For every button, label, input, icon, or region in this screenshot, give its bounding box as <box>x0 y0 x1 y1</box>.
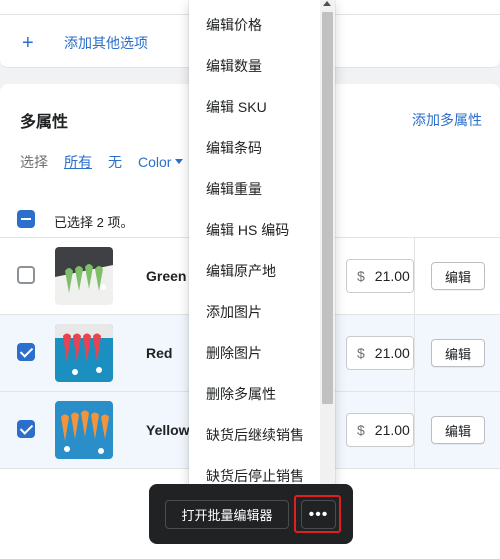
price-input[interactable]: $ 21.00 <box>346 259 414 293</box>
variant-checkbox[interactable] <box>17 343 35 361</box>
menu-scrollbar-thumb[interactable] <box>322 12 333 404</box>
menu-item-edit-origin[interactable]: 编辑原产地 <box>206 261 276 281</box>
select-all-link[interactable]: 所有 <box>64 152 92 172</box>
plus-icon: + <box>22 32 34 54</box>
variants-title: 多属性 <box>20 114 69 131</box>
add-option-button[interactable]: + 添加其他选项 <box>22 33 148 53</box>
column-divider <box>414 238 415 315</box>
menu-item-continue-selling[interactable]: 缺货后继续销售 <box>206 425 304 445</box>
menu-item-edit-price[interactable]: 编辑价格 <box>206 15 262 35</box>
price-value: 21.00 <box>374 268 410 284</box>
select-filter-row: 选择 所有 无 Color <box>20 152 184 172</box>
currency-symbol: $ <box>357 422 365 438</box>
variant-image-yellow[interactable] <box>55 401 113 459</box>
menu-item-remove-image[interactable]: 删除图片 <box>206 343 262 363</box>
menu-item-stop-selling[interactable]: 缺货后停止销售 <box>206 466 304 486</box>
variant-image-green[interactable] <box>55 247 113 305</box>
deselect-all-checkbox[interactable] <box>17 210 35 228</box>
currency-symbol: $ <box>357 268 365 284</box>
column-divider <box>414 392 415 469</box>
price-value: 21.00 <box>374 345 410 361</box>
menu-item-edit-barcode[interactable]: 编辑条码 <box>206 138 262 158</box>
menu-item-edit-sku[interactable]: 编辑 SKU <box>206 97 267 117</box>
variant-name: Green <box>146 268 187 284</box>
bulk-actions-menu: 编辑价格 编辑数量 编辑 SKU 编辑条码 编辑重量 编辑 HS 编码 编辑原产… <box>189 0 335 495</box>
variant-checkbox[interactable] <box>17 420 35 438</box>
menu-item-edit-weight[interactable]: 编辑重量 <box>206 179 262 199</box>
caret-down-icon <box>175 159 184 164</box>
ellipsis-icon: ••• <box>308 505 329 523</box>
price-value: 21.00 <box>374 422 410 438</box>
more-actions-button[interactable]: ••• <box>301 500 336 529</box>
variant-name: Red <box>146 345 173 361</box>
bulk-action-bar: 打开批量编辑器 ••• <box>149 484 353 544</box>
select-color-label: Color <box>138 154 172 170</box>
select-color-dropdown[interactable]: Color <box>138 154 184 170</box>
variant-image-red[interactable] <box>55 324 113 382</box>
menu-item-add-image[interactable]: 添加图片 <box>206 302 262 322</box>
add-variants-link[interactable]: 添加多属性 <box>412 110 482 130</box>
variant-name: Yellow <box>146 422 190 438</box>
scroll-up-arrow-icon[interactable] <box>323 1 331 6</box>
menu-item-edit-hs-code[interactable]: 编辑 HS 编码 <box>206 220 289 240</box>
variant-checkbox[interactable] <box>17 266 35 284</box>
column-divider <box>414 315 415 392</box>
menu-item-delete-variants[interactable]: 删除多属性 <box>206 384 276 404</box>
select-none-link[interactable]: 无 <box>108 152 122 172</box>
selected-count-text: 已选择 2 项。 <box>54 215 134 230</box>
open-bulk-editor-button[interactable]: 打开批量编辑器 <box>165 500 289 529</box>
price-input[interactable]: $ 21.00 <box>346 336 414 370</box>
currency-symbol: $ <box>357 345 365 361</box>
add-option-label: 添加其他选项 <box>64 35 148 51</box>
price-input[interactable]: $ 21.00 <box>346 413 414 447</box>
menu-item-edit-quantity[interactable]: 编辑数量 <box>206 56 262 76</box>
edit-variant-button[interactable]: 编辑 <box>431 339 485 367</box>
edit-variant-button[interactable]: 编辑 <box>431 262 485 290</box>
select-label: 选择 <box>20 154 48 170</box>
edit-variant-button[interactable]: 编辑 <box>431 416 485 444</box>
